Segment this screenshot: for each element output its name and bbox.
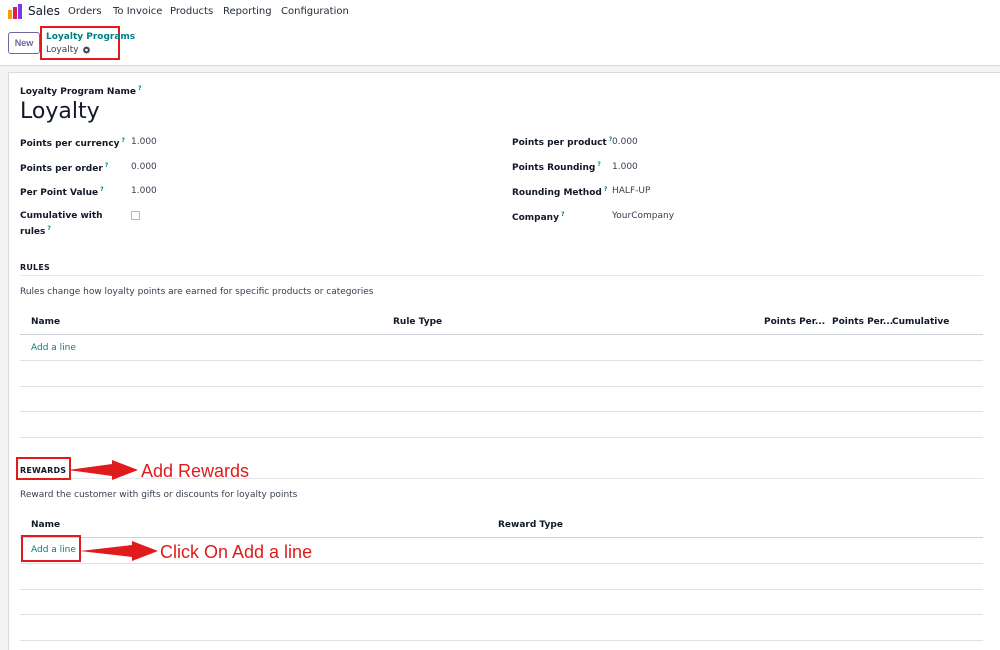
new-button[interactable]: New: [8, 32, 40, 54]
help-icon[interactable]: ?: [122, 137, 125, 144]
points-per-order-label: Points per order?: [20, 162, 109, 174]
rewards-row-divider: [20, 563, 983, 564]
rules-col-name[interactable]: Name: [31, 317, 60, 327]
gear-icon[interactable]: [82, 45, 91, 55]
points-rounding-value[interactable]: 1.000: [612, 162, 638, 172]
menu-products[interactable]: Products: [170, 6, 213, 17]
rules-row-divider: [20, 360, 983, 361]
form-sheet: Loyalty Program Name? Loyalty Points per…: [8, 72, 1000, 650]
breadcrumb: Loyalty Programs Loyalty: [40, 26, 135, 60]
rules-col-cumulative[interactable]: Cumulative: [892, 317, 949, 327]
rules-description: Rules change how loyalty points are earn…: [20, 287, 374, 297]
breadcrumb-loyalty-programs[interactable]: Loyalty Programs: [46, 32, 135, 42]
company-value[interactable]: YourCompany: [612, 211, 674, 221]
menu-to-invoice[interactable]: To Invoice: [113, 6, 162, 17]
rewards-header-divider: [20, 537, 983, 538]
rewards-row-divider: [20, 589, 983, 590]
rules-col-rule-type[interactable]: Rule Type: [393, 317, 442, 327]
help-icon[interactable]: ?: [561, 211, 564, 218]
points-per-currency-label: Points per currency?: [20, 137, 125, 149]
rewards-col-reward-type[interactable]: Reward Type: [498, 520, 563, 530]
help-icon[interactable]: ?: [604, 186, 607, 193]
rules-section-title: RULES: [20, 263, 50, 272]
rules-col-points-per-1[interactable]: Points Per...: [764, 317, 825, 327]
rounding-method-value[interactable]: HALF-UP: [612, 186, 650, 196]
cumulative-label-line1: Cumulative with: [20, 211, 103, 221]
help-icon[interactable]: ?: [597, 161, 600, 168]
rewards-description: Reward the customer with gifts or discou…: [20, 490, 298, 500]
help-icon[interactable]: ?: [105, 162, 108, 169]
rules-add-line-link[interactable]: Add a line: [31, 343, 76, 353]
help-icon[interactable]: ?: [47, 225, 50, 232]
points-per-currency-value[interactable]: 1.000: [131, 137, 157, 147]
cumulative-checkbox[interactable]: [131, 211, 140, 220]
menu-configuration[interactable]: Configuration: [281, 6, 349, 17]
help-icon[interactable]: ?: [138, 85, 141, 92]
rules-row-divider: [20, 437, 983, 438]
points-per-order-value[interactable]: 0.000: [131, 162, 157, 172]
menu-orders[interactable]: Orders: [68, 6, 102, 17]
per-point-value-label: Per Point Value?: [20, 186, 104, 198]
rewards-row-divider: [20, 614, 983, 615]
rules-col-points-per-2[interactable]: Points Per...: [832, 317, 893, 327]
rewards-add-line-link[interactable]: Add a line: [31, 545, 76, 555]
annotation-arrow-rewards: [68, 460, 138, 480]
annotation-click-add-line: Click On Add a line: [160, 542, 313, 562]
rounding-method-label: Rounding Method?: [512, 186, 608, 198]
rewards-row-divider: [20, 640, 983, 641]
control-panel: New Loyalty Programs Loyalty: [0, 24, 1000, 66]
program-name-label: Loyalty Program Name?: [20, 85, 142, 97]
annotation-add-rewards: Add Rewards: [141, 461, 250, 481]
per-point-value-value[interactable]: 1.000: [131, 186, 157, 196]
program-name[interactable]: Loyalty: [20, 99, 100, 124]
menu-reporting[interactable]: Reporting: [223, 6, 272, 17]
rewards-section-title: REWARDS: [20, 466, 67, 475]
points-per-product-value[interactable]: 0.000: [612, 137, 638, 147]
app-name[interactable]: Sales: [28, 4, 60, 18]
rules-row-divider: [20, 386, 983, 387]
rules-row-divider: [20, 411, 983, 412]
breadcrumb-current: Loyalty: [46, 45, 91, 55]
company-label: Company?: [512, 211, 565, 223]
top-navbar: Sales Orders To Invoice Products Reporti…: [0, 0, 1000, 24]
rules-header-divider: [20, 334, 983, 335]
breadcrumb-current-label: Loyalty: [46, 45, 79, 55]
rules-divider: [20, 275, 983, 276]
cumulative-label-line2: rules?: [20, 225, 51, 237]
sales-app-icon[interactable]: [8, 4, 22, 19]
annotation-arrow-add-line: [80, 541, 158, 561]
points-rounding-label: Points Rounding?: [512, 161, 601, 173]
rewards-col-name[interactable]: Name: [31, 520, 60, 530]
help-icon[interactable]: ?: [100, 186, 103, 193]
points-per-product-label: Points per product?: [512, 136, 613, 148]
